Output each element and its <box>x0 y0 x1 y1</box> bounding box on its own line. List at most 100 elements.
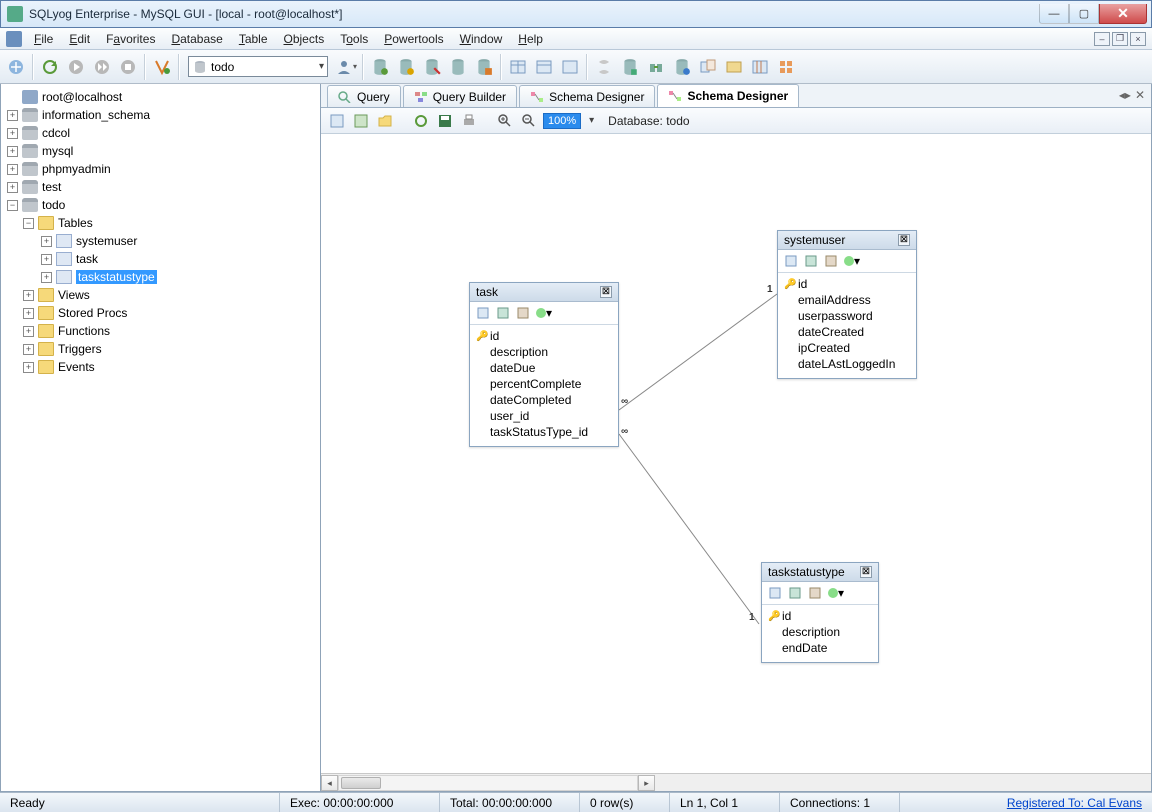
table-tool-2-icon[interactable] <box>532 55 556 79</box>
window-maximize-button[interactable]: ▢ <box>1069 4 1099 24</box>
database-combo-value: todo <box>211 60 234 74</box>
scroll-left-icon[interactable]: ◂ <box>321 775 338 791</box>
misc-tool-2-icon[interactable] <box>618 55 642 79</box>
object-browser[interactable]: root@localhost +information_schema +cdco… <box>1 84 321 791</box>
entity-tb-icon[interactable]: ▾ <box>842 253 860 269</box>
tab-schema-designer-2[interactable]: Schema Designer <box>657 84 799 107</box>
zoom-dropdown-icon[interactable]: ▾ <box>589 115 594 126</box>
tree-table-task[interactable]: +task <box>1 250 320 268</box>
entity-tb-icon[interactable] <box>786 585 804 601</box>
print-icon[interactable] <box>459 111 479 131</box>
entity-tb-icon[interactable] <box>782 253 800 269</box>
menu-objects[interactable]: Objects <box>276 30 333 48</box>
tree-folder-tables[interactable]: −Tables <box>1 214 320 232</box>
tree-db-mysql[interactable]: +mysql <box>1 142 320 160</box>
entity-taskstatustype[interactable]: taskstatustype⊠ ▾ 🔑id description endDat… <box>761 562 879 663</box>
window-minimize-button[interactable]: — <box>1039 4 1069 24</box>
db-tool-2-icon[interactable] <box>394 55 418 79</box>
tab-query[interactable]: Query <box>327 85 401 107</box>
tree-db-todo[interactable]: −todo <box>1 196 320 214</box>
tab-scroll-icon[interactable]: ◂▸ <box>1119 88 1131 102</box>
open-icon[interactable] <box>375 111 395 131</box>
scroll-right-icon[interactable]: ▸ <box>638 775 655 791</box>
menu-window[interactable]: Window <box>452 30 511 48</box>
table-tool-3-icon[interactable] <box>558 55 582 79</box>
menu-table[interactable]: Table <box>231 30 276 48</box>
entity-tb-icon[interactable] <box>766 585 784 601</box>
window-titlebar: SQLyog Enterprise - MySQL GUI - [local -… <box>0 0 1152 28</box>
database-combo[interactable]: todo <box>188 56 328 77</box>
zoom-out-icon[interactable] <box>519 111 539 131</box>
entity-close-icon[interactable]: ⊠ <box>600 286 612 298</box>
entity-tb-icon[interactable] <box>802 253 820 269</box>
menu-favorites[interactable]: Favorites <box>98 30 163 48</box>
scroll-thumb[interactable] <box>341 777 381 789</box>
schema-canvas[interactable]: 1 ∞ ∞ 1 task⊠ ▾ 🔑id description <box>321 134 1151 773</box>
new-connection-icon[interactable] <box>4 55 28 79</box>
db-tool-5-icon[interactable] <box>472 55 496 79</box>
new-schema-icon[interactable] <box>327 111 347 131</box>
entity-systemuser[interactable]: systemuser⊠ ▾ 🔑id emailAddress userpassw… <box>777 230 917 379</box>
misc-tool-4-icon[interactable] <box>670 55 694 79</box>
misc-tool-1-icon[interactable] <box>592 55 616 79</box>
tree-folder-storedprocs[interactable]: +Stored Procs <box>1 304 320 322</box>
stop-icon[interactable] <box>116 55 140 79</box>
zoom-value[interactable]: 100% <box>543 113 581 129</box>
misc-tool-8-icon[interactable] <box>774 55 798 79</box>
misc-tool-5-icon[interactable] <box>696 55 720 79</box>
format-icon[interactable] <box>150 55 174 79</box>
tree-db-test[interactable]: +test <box>1 178 320 196</box>
tab-query-builder[interactable]: Query Builder <box>403 85 517 107</box>
entity-tb-icon[interactable] <box>822 253 840 269</box>
tab-close-icon[interactable]: ✕ <box>1135 88 1145 102</box>
tab-schema-designer-1[interactable]: Schema Designer <box>519 85 655 107</box>
refresh-icon[interactable] <box>38 55 62 79</box>
canvas-hscroll[interactable]: ◂ ▸ <box>321 773 1151 791</box>
menu-edit[interactable]: Edit <box>61 30 98 48</box>
status-ready: Ready <box>0 793 280 812</box>
mdi-close-button[interactable]: × <box>1130 32 1146 46</box>
user-icon[interactable]: ▾ <box>334 55 358 79</box>
entity-task[interactable]: task⊠ ▾ 🔑id description dateDue percentC… <box>469 282 619 447</box>
entity-close-icon[interactable]: ⊠ <box>860 566 872 578</box>
misc-tool-3-icon[interactable] <box>644 55 668 79</box>
tree-folder-functions[interactable]: +Functions <box>1 322 320 340</box>
db-tool-3-icon[interactable] <box>420 55 444 79</box>
entity-tb-icon[interactable]: ▾ <box>534 305 552 321</box>
tree-table-systemuser[interactable]: +systemuser <box>1 232 320 250</box>
tree-db-cdcol[interactable]: +cdcol <box>1 124 320 142</box>
menu-help[interactable]: Help <box>510 30 551 48</box>
entity-close-icon[interactable]: ⊠ <box>898 234 910 246</box>
misc-tool-7-icon[interactable] <box>748 55 772 79</box>
execute-all-icon[interactable] <box>90 55 114 79</box>
entity-tb-icon[interactable] <box>474 305 492 321</box>
menu-tools[interactable]: Tools <box>332 30 376 48</box>
entity-tb-icon[interactable] <box>494 305 512 321</box>
refresh-schema-icon[interactable] <box>411 111 431 131</box>
tree-connection[interactable]: root@localhost <box>1 88 320 106</box>
db-tool-1-icon[interactable] <box>368 55 392 79</box>
entity-tb-icon[interactable] <box>806 585 824 601</box>
menu-database[interactable]: Database <box>163 30 230 48</box>
mdi-restore-button[interactable]: ❐ <box>1112 32 1128 46</box>
menu-file[interactable]: File <box>26 30 61 48</box>
save-icon[interactable] <box>435 111 455 131</box>
window-close-button[interactable]: ✕ <box>1099 4 1147 24</box>
menu-powertools[interactable]: Powertools <box>376 30 451 48</box>
misc-tool-6-icon[interactable] <box>722 55 746 79</box>
execute-icon[interactable] <box>64 55 88 79</box>
entity-tb-icon[interactable] <box>514 305 532 321</box>
tree-folder-views[interactable]: +Views <box>1 286 320 304</box>
tree-db-information-schema[interactable]: +information_schema <box>1 106 320 124</box>
tree-table-taskstatustype[interactable]: +taskstatustype <box>1 268 320 286</box>
add-table-icon[interactable] <box>351 111 371 131</box>
mdi-minimize-button[interactable]: – <box>1094 32 1110 46</box>
status-registered-link[interactable]: Registered To: Cal Evans <box>1007 796 1152 810</box>
tree-folder-events[interactable]: +Events <box>1 358 320 376</box>
tree-folder-triggers[interactable]: +Triggers <box>1 340 320 358</box>
entity-tb-icon[interactable]: ▾ <box>826 585 844 601</box>
table-tool-1-icon[interactable] <box>506 55 530 79</box>
tree-db-phpmyadmin[interactable]: +phpmyadmin <box>1 160 320 178</box>
db-tool-4-icon[interactable] <box>446 55 470 79</box>
zoom-in-icon[interactable] <box>495 111 515 131</box>
